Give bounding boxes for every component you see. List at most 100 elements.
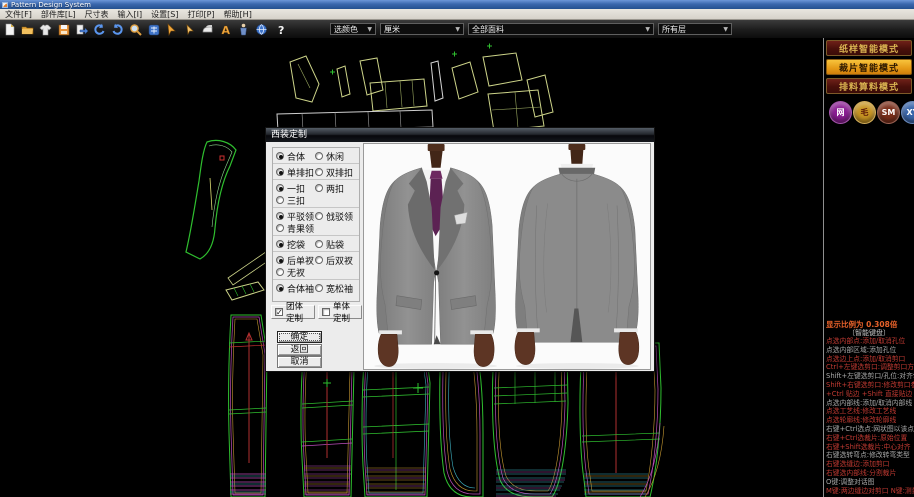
radio-option[interactable]: 青果领 bbox=[276, 222, 315, 234]
mannequin-icon[interactable] bbox=[236, 22, 251, 36]
suit-illustration bbox=[364, 144, 650, 369]
radio-icon bbox=[276, 196, 284, 204]
radio-option[interactable]: 合体袖 bbox=[276, 282, 315, 294]
vent-group: 后单衩后双衩无衩 bbox=[273, 252, 359, 280]
breast-group: 单排扣双排扣 bbox=[273, 164, 359, 180]
radio-icon bbox=[276, 268, 284, 276]
undo-icon[interactable] bbox=[92, 22, 107, 36]
radio-option[interactable]: 戗驳领 bbox=[315, 210, 354, 222]
menu-item[interactable]: 尺寸表 bbox=[85, 9, 109, 20]
dialog-body: 合体休闲 单排扣双排扣 一扣两扣三扣 平驳领戗驳领青果领 挖袋贴袋 后单衩后双衩… bbox=[266, 142, 654, 371]
select-cursor-icon[interactable] bbox=[164, 22, 179, 36]
radio-option[interactable]: 挖袋 bbox=[276, 238, 315, 250]
radio-icon bbox=[315, 152, 323, 160]
radio-icon bbox=[315, 240, 323, 248]
radio-icon bbox=[315, 256, 323, 264]
chevron-down-icon: ▼ bbox=[645, 26, 650, 33]
sleeve-group: 合体袖宽松袖 bbox=[273, 280, 359, 295]
menu-item[interactable]: 输入[I] bbox=[118, 9, 143, 20]
hint-line: 右键+Ctrl选点:网状图以该点对齐 bbox=[826, 425, 914, 434]
fabric-select[interactable]: 全部面料▼ bbox=[468, 23, 654, 35]
radio-icon bbox=[315, 284, 323, 292]
single-custom-checkbox[interactable]: 单体定制 bbox=[318, 305, 362, 319]
radio-icon bbox=[276, 184, 284, 192]
layer-select[interactable]: 所有层▼ bbox=[658, 23, 732, 35]
suit-preview bbox=[363, 143, 651, 370]
radio-icon bbox=[276, 240, 284, 248]
suit-front-view bbox=[377, 144, 496, 367]
chevron-down-icon: ▼ bbox=[723, 26, 728, 33]
menu-bar: 文件[F] 部件库[L] 尺寸表输入[I] 设置[S] 打印[P] 帮助[H] bbox=[0, 9, 914, 20]
hint-line: 右键选转弯点:修改转弯类型 bbox=[826, 451, 914, 460]
checkbox-icon bbox=[275, 308, 283, 316]
radio-icon bbox=[276, 224, 284, 232]
radio-option[interactable]: 双排扣 bbox=[315, 166, 354, 178]
globe-icon[interactable] bbox=[254, 22, 269, 36]
right-sidebar: 纸样智能模式 裁片智能模式 排料算料模式 网 毛 SM XY 显示比例为 0.3… bbox=[824, 38, 914, 497]
menu-item[interactable]: 帮助[H] bbox=[224, 9, 252, 20]
size-table-icon[interactable] bbox=[146, 22, 161, 36]
save-icon[interactable] bbox=[56, 22, 71, 36]
hint-line: 右键+Ctrl选裁片:原始位置 bbox=[826, 434, 914, 443]
hint-line: Shift+右键选剪口:修改剪口参数 bbox=[826, 381, 914, 390]
iron-icon[interactable] bbox=[200, 22, 215, 36]
move-cursor-icon[interactable] bbox=[182, 22, 197, 36]
radio-option[interactable]: 合体 bbox=[276, 150, 315, 162]
svg-text:?: ? bbox=[278, 24, 284, 36]
garment-icon[interactable] bbox=[38, 22, 53, 36]
color-select[interactable]: 选颜色▼ bbox=[330, 23, 376, 35]
chevron-down-icon: ▼ bbox=[367, 26, 372, 33]
suit-customization-dialog: 西装定制 合体休闲 单排扣双排扣 一扣两扣三扣 平驳领戗驳领青果领 挖袋贴袋 bbox=[265, 127, 655, 372]
cancel-button[interactable]: 取消 bbox=[277, 356, 322, 368]
menu-item[interactable]: 部件库[L] bbox=[41, 9, 76, 20]
tool-sm-button[interactable]: SM bbox=[877, 101, 900, 124]
radio-option[interactable]: 后双衩 bbox=[315, 254, 354, 266]
help-icon[interactable]: ? bbox=[274, 22, 289, 36]
text-tool-icon[interactable]: A bbox=[218, 22, 233, 36]
tool-mao-button[interactable]: 毛 bbox=[853, 101, 876, 124]
export-icon[interactable] bbox=[74, 22, 89, 36]
menu-item[interactable]: 设置[S] bbox=[151, 9, 178, 20]
hint-line: +Ctrl 贴边 +Shift 直接贴边 bbox=[826, 390, 914, 399]
zoom-icon[interactable] bbox=[128, 22, 143, 36]
radio-option[interactable]: 两扣 bbox=[315, 182, 354, 194]
hint-line: 点选边上点:添加/取消剪口 bbox=[826, 355, 914, 364]
open-folder-icon[interactable] bbox=[20, 22, 35, 36]
radio-option[interactable]: 一扣 bbox=[276, 182, 315, 194]
radio-option[interactable]: 单排扣 bbox=[276, 166, 315, 178]
radio-icon bbox=[315, 212, 323, 220]
radio-icon bbox=[276, 152, 284, 160]
app-window: Pattern Design System 文件[F]部件库[L]尺寸表输入[I… bbox=[0, 0, 914, 497]
unit-select[interactable]: 厘米▼ bbox=[380, 23, 464, 35]
hints-list: 点选内部点:添加/取消孔位点选内部区域:添加孔位点选边上点:添加/取消剪口Ctr… bbox=[826, 337, 914, 495]
group-custom-checkbox[interactable]: 团体定制 bbox=[271, 305, 315, 319]
toolbar: A ? 选颜色▼ 厘米▼ 全部面料▼ 所有层▼ bbox=[0, 20, 914, 38]
radio-option[interactable]: 无衩 bbox=[276, 266, 315, 278]
checkbox-icon bbox=[322, 308, 330, 316]
redo-icon[interactable] bbox=[110, 22, 125, 36]
radio-option[interactable]: 贴袋 bbox=[315, 238, 354, 250]
mode-cutpiece-button[interactable]: 裁片智能模式 bbox=[826, 59, 912, 75]
hint-line: 点选工艺线:修改工艺线 bbox=[826, 407, 914, 416]
radio-option[interactable]: 后单衩 bbox=[276, 254, 315, 266]
new-file-icon[interactable] bbox=[2, 22, 17, 36]
radio-icon bbox=[276, 168, 284, 176]
radio-option[interactable]: 三扣 bbox=[276, 194, 315, 206]
mode-pattern-button[interactable]: 纸样智能模式 bbox=[826, 40, 912, 56]
menu-item[interactable]: 打印[P] bbox=[187, 9, 214, 20]
radio-option[interactable]: 宽松袖 bbox=[315, 282, 354, 294]
hint-line: O键:调整对话图 bbox=[826, 478, 914, 487]
dialog-titlebar[interactable]: 西装定制 bbox=[266, 128, 654, 142]
menu-item[interactable]: 文件[F] bbox=[5, 9, 32, 20]
back-button[interactable]: 返回 bbox=[277, 344, 322, 356]
tool-net-button[interactable]: 网 bbox=[829, 101, 852, 124]
radio-icon bbox=[276, 212, 284, 220]
tool-xy-button[interactable]: XY bbox=[901, 101, 914, 124]
ok-button[interactable]: 确定 bbox=[277, 331, 322, 343]
hint-line: 右键选缝边:添加剪口 bbox=[826, 460, 914, 469]
pocket-group: 挖袋贴袋 bbox=[273, 236, 359, 252]
lapel-group: 平驳领戗驳领青果领 bbox=[273, 208, 359, 236]
mode-marker-button[interactable]: 排料算料模式 bbox=[826, 78, 912, 94]
radio-option[interactable]: 平驳领 bbox=[276, 210, 315, 222]
radio-option[interactable]: 休闲 bbox=[315, 150, 354, 162]
